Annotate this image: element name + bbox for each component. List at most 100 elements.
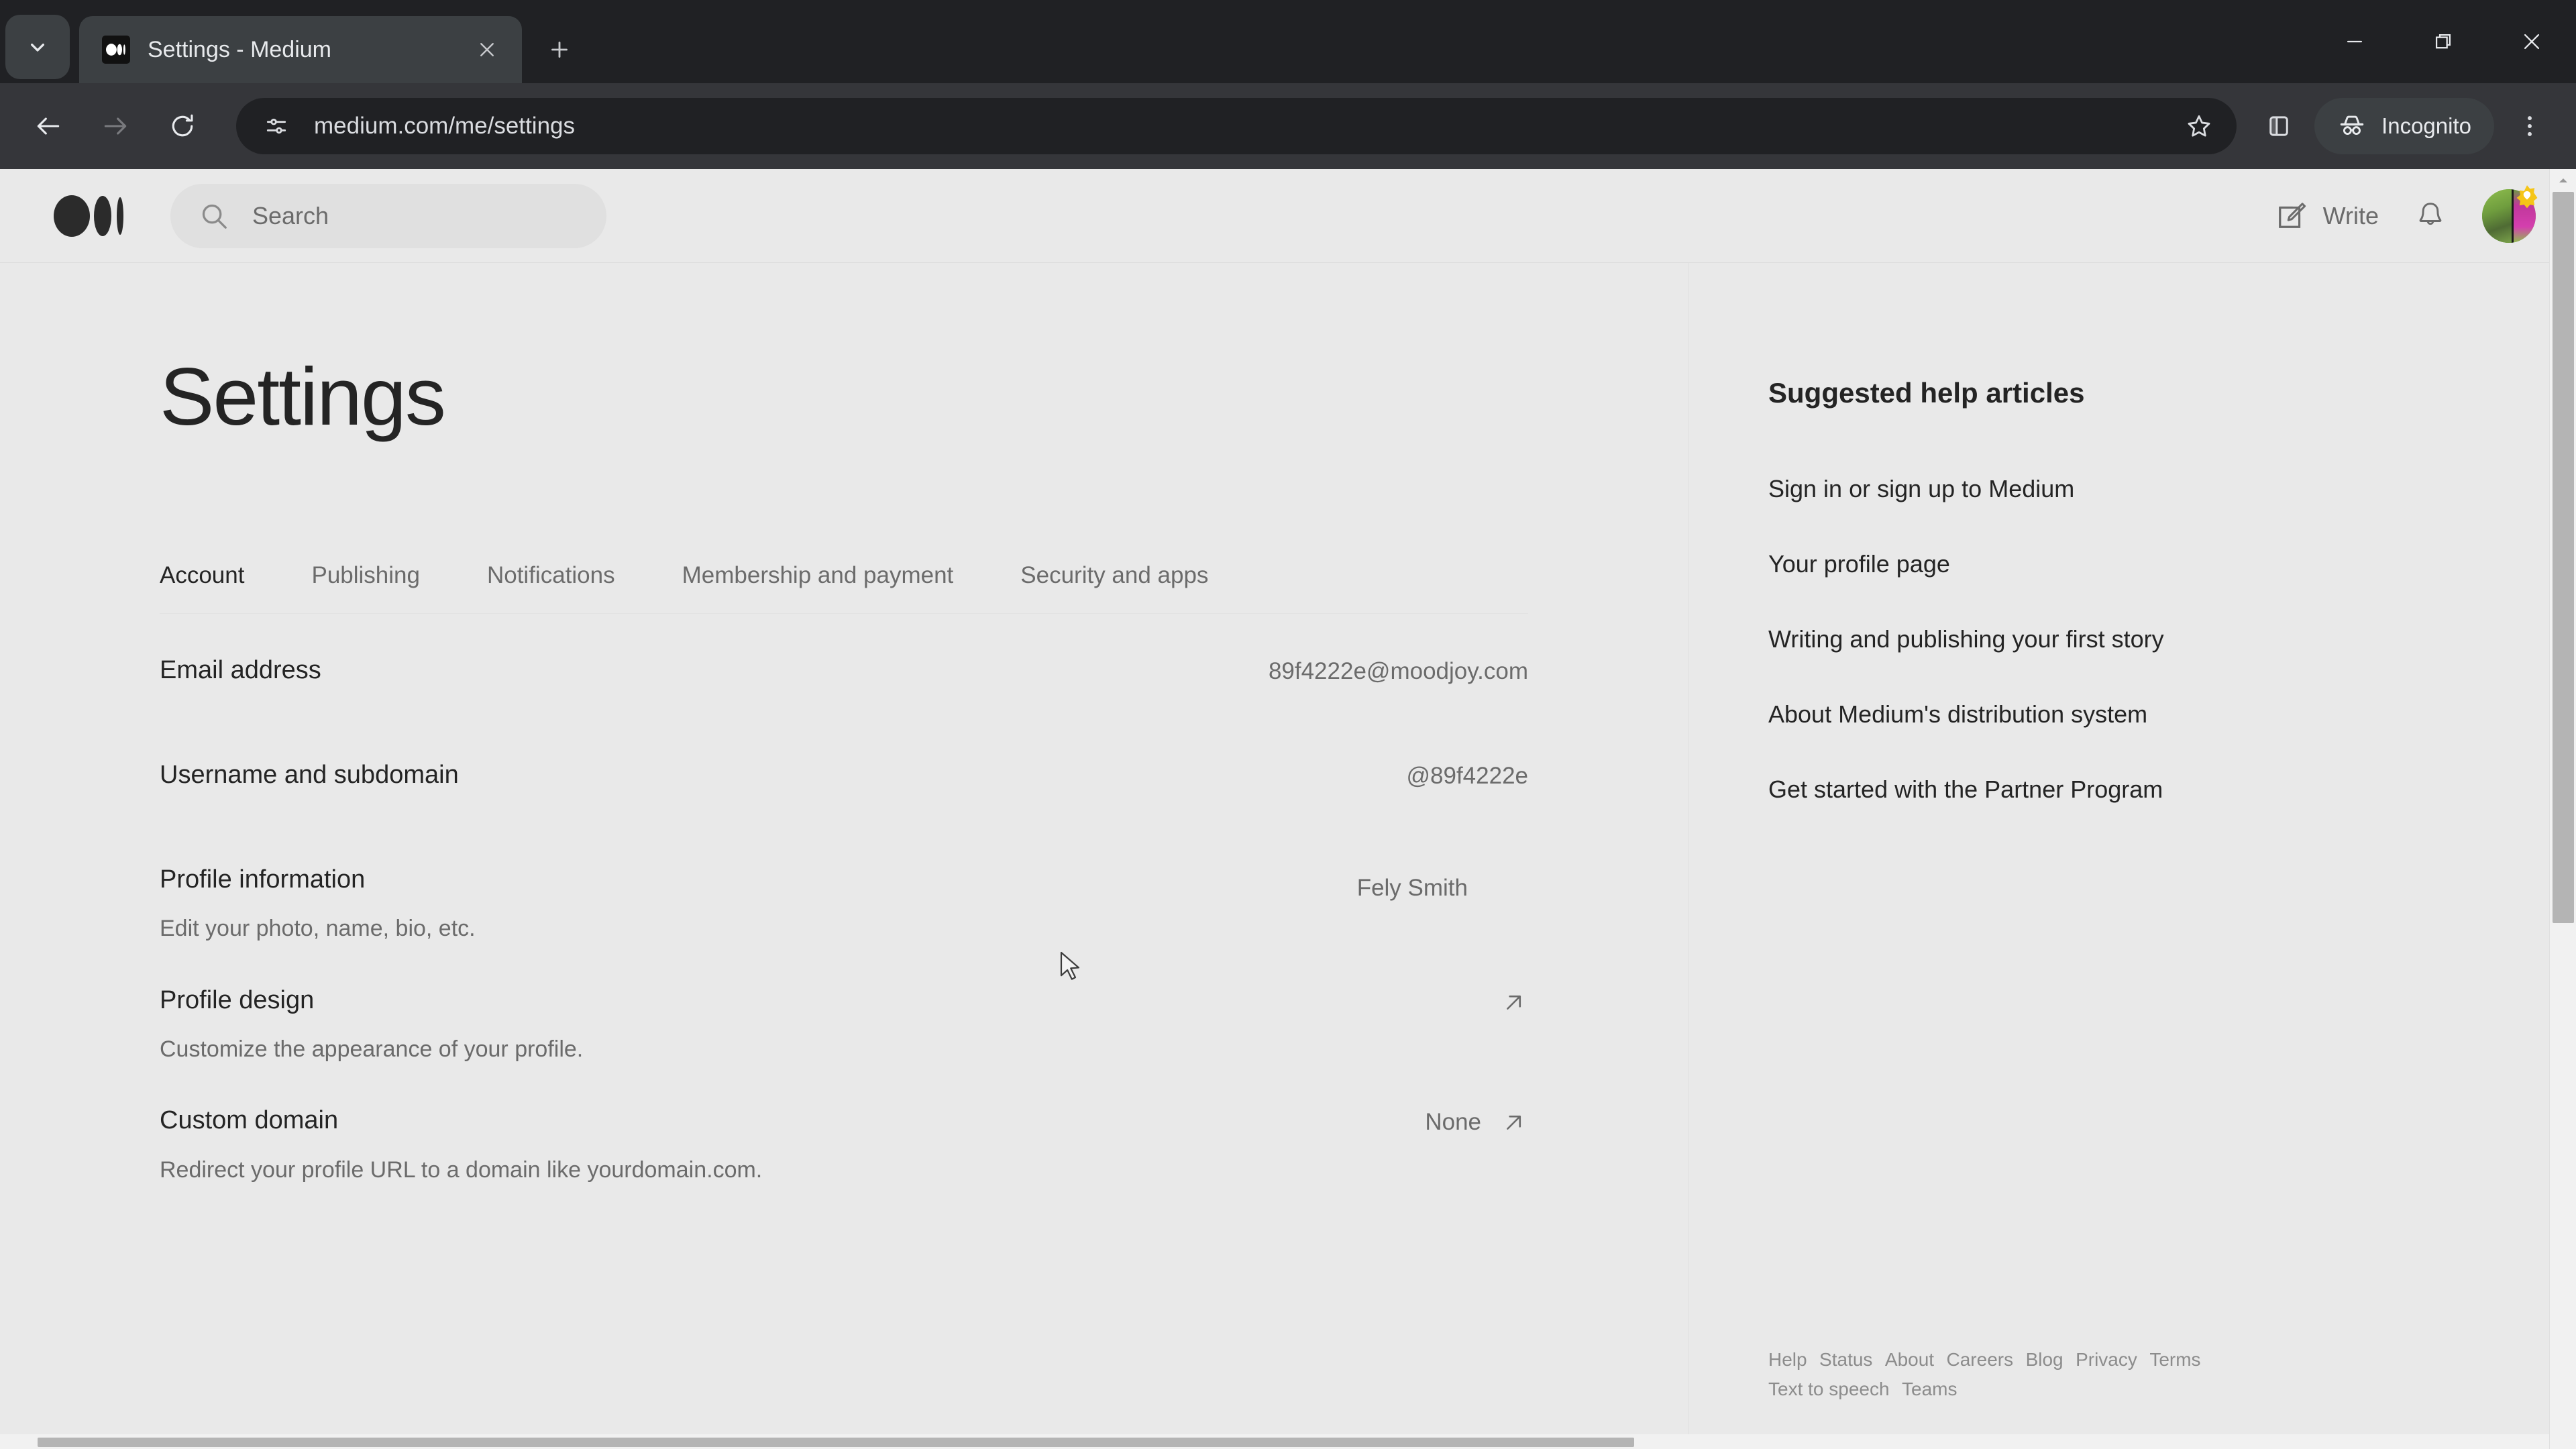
chevron-down-icon xyxy=(31,44,45,52)
setting-row-text: Profile information Edit your photo, nam… xyxy=(160,863,1357,944)
tune-icon xyxy=(266,118,286,134)
user-avatar[interactable] xyxy=(2482,184,2538,243)
help-article-link[interactable]: About Medium's distribution system xyxy=(1768,700,2536,729)
maximize-button[interactable] xyxy=(2399,0,2487,83)
footer-link-text-to-speech[interactable]: Text to speech xyxy=(1768,1375,1890,1403)
search-input[interactable]: Search xyxy=(170,183,606,248)
help-article-link[interactable]: Get started with the Partner Program xyxy=(1768,775,2536,804)
setting-value: @89f4222e xyxy=(1406,763,1528,789)
setting-row-username-and-subdomain[interactable]: Username and subdomain @89f4222e xyxy=(160,718,1528,823)
restore-icon xyxy=(2435,34,2451,49)
footer-link-blog[interactable]: Blog xyxy=(2026,1345,2063,1374)
horizontal-scrollbar-thumb[interactable] xyxy=(38,1438,1634,1447)
header-actions: Write xyxy=(2273,184,2538,243)
help-article-link[interactable]: Sign in or sign up to Medium xyxy=(1768,475,2536,503)
tab-close-button[interactable] xyxy=(468,31,506,68)
setting-row-email-address[interactable]: Email address 89f4222e@moodjoy.com xyxy=(160,614,1528,718)
external-link-arrow-icon xyxy=(1507,1116,1521,1130)
more-vertical-icon xyxy=(2528,116,2532,136)
notifications-button[interactable] xyxy=(2414,199,2447,233)
tab-account[interactable]: Account xyxy=(160,562,244,589)
page-viewport: Search Write Settings Account Publishing… xyxy=(0,169,2576,1449)
tab-publishing[interactable]: Publishing xyxy=(311,562,420,589)
vertical-scrollbar[interactable] xyxy=(2549,169,2576,1449)
setting-row-profile-design[interactable]: Profile design Customize the appearance … xyxy=(160,944,1528,1065)
medium-logo[interactable] xyxy=(54,195,129,237)
setting-value: Fely Smith xyxy=(1356,875,1468,901)
url-text: medium.com/me/settings xyxy=(314,113,576,139)
avatar-left-half xyxy=(2482,189,2512,243)
setting-label: Username and subdomain xyxy=(160,761,459,789)
footer-link-terms[interactable]: Terms xyxy=(2149,1345,2200,1374)
star-icon xyxy=(2188,115,2210,137)
address-bar[interactable]: medium.com/me/settings xyxy=(236,98,2237,154)
vertical-scrollbar-thumb[interactable] xyxy=(2553,192,2574,923)
side-panel-button[interactable] xyxy=(2249,96,2309,156)
minimize-button[interactable] xyxy=(2310,0,2399,83)
horizontal-scrollbar[interactable] xyxy=(0,1434,2549,1449)
browser-menu-button[interactable] xyxy=(2500,96,2560,156)
tab-membership-and-payment[interactable]: Membership and payment xyxy=(682,562,954,589)
medium-site-header: Search Write xyxy=(0,169,2576,263)
search-icon xyxy=(202,204,227,229)
back-button[interactable] xyxy=(16,94,80,158)
medium-favicon-icon xyxy=(102,36,130,64)
setting-row-value xyxy=(1500,984,1528,1016)
help-article-list: Sign in or sign up to Medium Your profil… xyxy=(1768,475,2536,804)
setting-label: Profile design xyxy=(160,985,315,1014)
tab-search-button[interactable] xyxy=(5,15,70,79)
arrow-right-icon xyxy=(104,117,127,135)
write-button[interactable]: Write xyxy=(2273,199,2379,233)
forward-button[interactable] xyxy=(83,94,148,158)
minimize-icon xyxy=(2347,40,2363,43)
new-tab-button[interactable] xyxy=(534,24,585,75)
close-window-button[interactable] xyxy=(2487,0,2576,83)
scroll-up-button[interactable] xyxy=(2550,169,2576,192)
setting-row-text: Email address xyxy=(160,654,1269,687)
setting-row-value: 89f4222e@moodjoy.com xyxy=(1269,654,1528,685)
reload-icon xyxy=(172,114,193,137)
tab-title: Settings - Medium xyxy=(148,36,331,62)
setting-row-text: Username and subdomain xyxy=(160,759,1406,792)
reload-button[interactable] xyxy=(150,94,215,158)
setting-row-value: Fely Smith xyxy=(1357,863,1528,909)
setting-value: 89f4222e@moodjoy.com xyxy=(1268,658,1528,684)
footer-link-status[interactable]: Status xyxy=(1819,1345,1872,1374)
incognito-icon xyxy=(2340,115,2364,136)
site-settings-icon[interactable] xyxy=(255,105,298,148)
browser-window: Settings - Medium medium.com/me/settings… xyxy=(0,0,2576,1449)
setting-row-profile-information[interactable]: Profile information Edit your photo, nam… xyxy=(160,823,1528,944)
help-article-link[interactable]: Your profile page xyxy=(1768,550,2536,578)
setting-row-custom-domain[interactable]: Custom domain Redirect your profile URL … xyxy=(160,1064,1528,1185)
setting-label: Profile information xyxy=(160,865,366,894)
setting-row-text: Custom domain Redirect your profile URL … xyxy=(160,1104,1425,1185)
setting-row-value: @89f4222e xyxy=(1406,759,1528,790)
write-label: Write xyxy=(2322,201,2379,229)
page-title: Settings xyxy=(160,351,446,442)
footer-link-teams[interactable]: Teams xyxy=(1902,1375,1957,1403)
side-panel-icon xyxy=(2269,116,2288,136)
browser-tab[interactable]: Settings - Medium xyxy=(79,16,522,83)
close-icon xyxy=(480,43,494,56)
close-icon xyxy=(2524,34,2540,50)
window-controls xyxy=(2310,0,2576,83)
setting-label: Custom domain xyxy=(160,1106,339,1135)
help-article-link[interactable]: Writing and publishing your first story xyxy=(1768,625,2536,653)
setting-label: Email address xyxy=(160,656,321,684)
page-body: Settings Account Publishing Notification… xyxy=(0,263,2576,1449)
tab-security-and-apps[interactable]: Security and apps xyxy=(1020,562,1208,589)
footer-link-privacy[interactable]: Privacy xyxy=(2076,1345,2137,1374)
footer-link-help[interactable]: Help xyxy=(1768,1345,1807,1374)
bell-icon xyxy=(2419,202,2442,225)
setting-description: Edit your photo, name, bio, etc. xyxy=(160,916,476,942)
incognito-indicator[interactable]: Incognito xyxy=(2314,98,2494,154)
help-sidebar: Suggested help articles Sign in or sign … xyxy=(1689,263,2576,1449)
bookmark-button[interactable] xyxy=(2175,102,2223,150)
footer-link-about[interactable]: About xyxy=(1885,1345,1934,1374)
browser-toolbar: medium.com/me/settings Incognito xyxy=(0,83,2576,169)
settings-main-column: Settings Account Publishing Notification… xyxy=(0,263,1689,1449)
profile-avatar xyxy=(1487,867,1528,909)
tab-notifications[interactable]: Notifications xyxy=(487,562,615,589)
settings-tablist: Account Publishing Notifications Members… xyxy=(160,562,1528,614)
footer-link-careers[interactable]: Careers xyxy=(1947,1345,2014,1374)
